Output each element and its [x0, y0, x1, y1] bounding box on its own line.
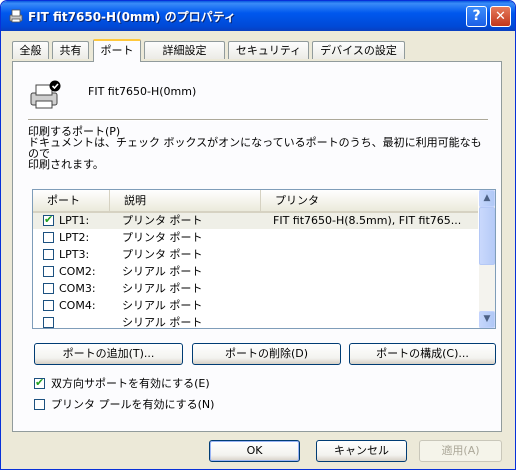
port-description: プリンタ ポート: [122, 248, 203, 261]
ok-button[interactable]: OK: [209, 440, 300, 462]
port-description: シリアル ポート: [122, 282, 203, 295]
tab-ports[interactable]: ポート: [93, 39, 141, 62]
pooling-label: プリンタ プールを有効にする(N): [51, 398, 215, 411]
port-checkbox[interactable]: [43, 317, 54, 328]
port-row[interactable]: COM2: シリアル ポート: [33, 264, 478, 280]
window-title: FIT fit7650-H(0mm) のプロパティ: [28, 10, 236, 24]
separator: [28, 119, 488, 121]
column-header-printer[interactable]: プリンタ: [260, 190, 478, 211]
port-row[interactable]: シリアル ポート: [33, 315, 478, 329]
bidirectional-checkbox[interactable]: ✔: [34, 376, 45, 389]
port-checkbox[interactable]: [43, 266, 54, 277]
port-printer: FIT fit7650-H(8.5mm), FIT fit765...: [273, 214, 462, 227]
printer-icon: [9, 9, 23, 23]
port-row[interactable]: COM3: シリアル ポート: [33, 281, 478, 297]
port-description: シリアル ポート: [122, 316, 203, 329]
properties-dialog: FIT fit7650-H(0mm) のプロパティ ? ✕ 全般 共有 ポート …: [0, 0, 516, 470]
delete-port-button[interactable]: ポートの削除(D): [192, 343, 341, 365]
instruction-text-cont: 印刷されます。: [28, 158, 104, 171]
apply-button[interactable]: 適用(A): [419, 440, 502, 462]
configure-port-button[interactable]: ポートの構成(C)...: [349, 343, 496, 365]
printer-large-icon: [30, 80, 61, 109]
port-description: シリアル ポート: [122, 265, 203, 278]
chevron-down-icon: ▼: [483, 314, 491, 324]
scroll-down-button[interactable]: ▼: [479, 311, 495, 328]
port-name: COM4:: [59, 299, 96, 312]
cancel-button[interactable]: キャンセル: [316, 440, 407, 462]
add-port-button[interactable]: ポートの追加(T)...: [34, 343, 183, 365]
port-checkbox[interactable]: [43, 283, 54, 294]
checkmark-icon: ✔: [44, 213, 54, 226]
vertical-scrollbar[interactable]: ▲ ▼: [479, 190, 495, 328]
column-header-port[interactable]: ポート: [33, 190, 109, 211]
port-checkbox[interactable]: [43, 249, 54, 260]
scroll-thumb[interactable]: [479, 207, 495, 265]
port-description: プリンタ ポート: [122, 231, 203, 244]
title-bar[interactable]: FIT fit7650-H(0mm) のプロパティ ? ✕: [1, 1, 515, 31]
pooling-checkbox[interactable]: [34, 399, 45, 410]
tab-device-settings[interactable]: デバイスの設定: [312, 41, 405, 59]
close-button[interactable]: ✕: [490, 6, 511, 27]
tab-general[interactable]: 全般: [12, 41, 49, 59]
tab-sharing[interactable]: 共有: [52, 41, 89, 59]
scroll-up-button[interactable]: ▲: [479, 190, 495, 207]
port-checkbox[interactable]: ✔: [43, 213, 54, 226]
port-name: COM3:: [59, 282, 96, 295]
port-list[interactable]: ポート 説明 プリンタ ✔ LPT1: プリンタ ポート FIT fit7650…: [32, 189, 496, 329]
instruction-text: ドキュメントは、チェック ボックスがオンになっているポートのうち、最初に利用可能…: [28, 136, 482, 160]
port-name: LPT1:: [59, 214, 90, 227]
tab-advanced[interactable]: 詳細設定: [144, 41, 225, 59]
help-button[interactable]: ?: [466, 6, 487, 27]
column-header-description[interactable]: 説明: [109, 190, 260, 211]
checkmark-icon: ✔: [35, 376, 45, 389]
port-row[interactable]: LPT3: プリンタ ポート: [33, 247, 478, 263]
port-name: COM2:: [59, 265, 96, 278]
port-checkbox[interactable]: [43, 300, 54, 311]
port-list-header: ポート 説明 プリンタ: [33, 190, 478, 213]
port-name: LPT2:: [59, 231, 90, 244]
port-row[interactable]: LPT2: プリンタ ポート: [33, 230, 478, 246]
port-checkbox[interactable]: [43, 232, 54, 243]
port-name: LPT3:: [59, 248, 90, 261]
port-description: シリアル ポート: [122, 299, 203, 312]
port-description: プリンタ ポート: [122, 214, 203, 227]
chevron-up-icon: ▲: [483, 193, 491, 203]
port-instructions: 印刷するポート(P) ドキュメントは、チェック ボックスがオンになっているポート…: [28, 126, 490, 170]
bidirectional-label: 双方向サポートを有効にする(E): [51, 377, 210, 390]
port-row[interactable]: COM4: シリアル ポート: [33, 298, 478, 314]
tab-security[interactable]: セキュリティ: [228, 41, 309, 59]
printer-name: FIT fit7650-H(0mm): [88, 85, 197, 98]
port-row[interactable]: ✔ LPT1: プリンタ ポート FIT fit7650-H(8.5mm), F…: [33, 213, 478, 229]
